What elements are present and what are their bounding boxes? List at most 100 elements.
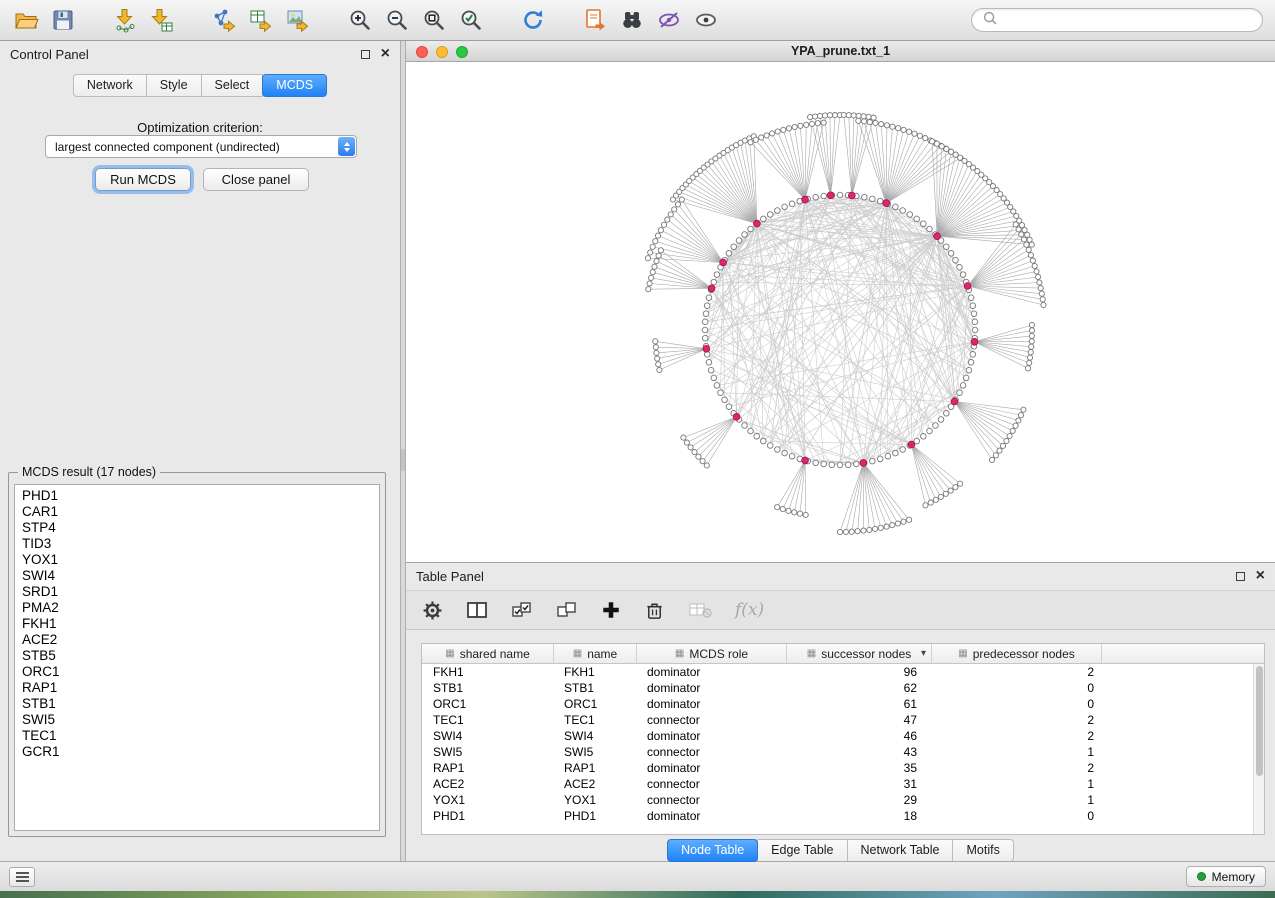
table-cell: STB1 [554,680,637,696]
column-header[interactable]: ▦name [554,644,637,664]
mcds-result-item[interactable]: SRD1 [22,584,379,600]
zoom-in-icon[interactable] [346,6,374,34]
select-all-icon[interactable] [511,600,533,620]
mcds-result-item[interactable]: STB1 [22,696,379,712]
zoom-fit-icon[interactable] [420,6,448,34]
show-details-icon[interactable] [692,6,720,34]
run-mcds-button[interactable]: Run MCDS [95,168,191,191]
mcds-result-item[interactable]: PMA2 [22,600,379,616]
table-row[interactable]: SWI4SWI4dominator462 [422,728,1264,744]
export-image-icon[interactable] [284,6,312,34]
float-panel-icon[interactable] [361,50,370,59]
mcds-result-item[interactable]: PHD1 [22,488,379,504]
tab-mcds[interactable]: MCDS [262,74,327,97]
splitter-collapse-handle[interactable] [401,449,405,471]
mcds-result-item[interactable]: SWI4 [22,568,379,584]
tab-edge-table[interactable]: Edge Table [757,839,847,862]
tab-motifs[interactable]: Motifs [952,839,1013,862]
table-scrollbar[interactable] [1253,664,1264,834]
table-cell: connector [637,712,787,728]
close-panel-icon[interactable]: × [381,48,390,60]
mcds-result-item[interactable]: STB5 [22,648,379,664]
column-header-filler [1102,644,1264,664]
table-cell-filler [1102,664,1264,680]
table-row[interactable]: TEC1TEC1connector472 [422,712,1264,728]
mcds-result-item[interactable]: RAP1 [22,680,379,696]
search-field[interactable] [971,8,1263,32]
refresh-icon[interactable] [519,6,547,34]
import-network-icon[interactable] [111,6,139,34]
mcds-result-item[interactable]: ORC1 [22,664,379,680]
export-network-icon[interactable] [210,6,238,34]
table-cell: 2 [932,712,1102,728]
share-document-icon[interactable] [581,6,609,34]
zoom-selected-icon[interactable] [457,6,485,34]
mcds-result-item[interactable]: GCR1 [22,744,379,760]
open-folder-icon[interactable] [12,6,40,34]
memory-button[interactable]: Memory [1186,866,1266,887]
delete-column-icon[interactable] [644,600,665,621]
optimization-criterion-select[interactable]: largest connected component (undirected) [45,135,357,158]
mcds-result-item[interactable]: CAR1 [22,504,379,520]
import-table-icon[interactable] [148,6,176,34]
zoom-out-icon[interactable] [383,6,411,34]
mcds-result-item[interactable]: ACE2 [22,632,379,648]
tab-node-table[interactable]: Node Table [667,839,758,862]
export-table-icon[interactable] [247,6,275,34]
mcds-result-item[interactable]: YOX1 [22,552,379,568]
mcds-result-item[interactable]: TID3 [22,536,379,552]
table-row[interactable]: ACE2ACE2connector311 [422,776,1264,792]
column-header[interactable]: ▦successor nodes▾ [787,644,932,664]
mcds-result-item[interactable]: TEC1 [22,728,379,744]
window-zoom-icon[interactable] [456,46,468,58]
mcds-result-item[interactable]: FKH1 [22,616,379,632]
function-builder-icon: f(x) [735,600,764,620]
float-table-panel-icon[interactable] [1236,572,1245,581]
column-header[interactable]: ▦shared name [422,644,554,664]
window-close-icon[interactable] [416,46,428,58]
network-canvas[interactable] [406,62,1275,562]
mcds-result-item[interactable]: SWI5 [22,712,379,728]
table-cell: 46 [787,728,932,744]
status-menu-button[interactable] [9,867,35,887]
sort-arrow-icon[interactable]: ▾ [921,648,926,659]
desktop-wallpaper [0,891,1275,898]
search-network-icon[interactable] [618,6,646,34]
table-cell: ORC1 [422,696,554,712]
table-settings-gear-icon[interactable] [422,600,443,621]
table-cell-filler [1102,792,1264,808]
tab-style[interactable]: Style [146,74,202,97]
window-minimize-icon[interactable] [436,46,448,58]
save-icon[interactable] [49,6,77,34]
table-cell: FKH1 [554,664,637,680]
network-graph[interactable] [406,62,1275,562]
table-row[interactable]: STB1STB1dominator620 [422,680,1264,696]
table-cell: 61 [787,696,932,712]
table-row[interactable]: SWI5SWI5connector431 [422,744,1264,760]
network-window-titlebar[interactable]: YPA_prune.txt_1 [406,41,1275,62]
table-row[interactable]: RAP1RAP1dominator352 [422,760,1264,776]
close-table-panel-icon[interactable]: × [1256,570,1265,582]
column-header[interactable]: ▦MCDS role [637,644,787,664]
table-cell-filler [1102,712,1264,728]
search-icon [981,9,999,32]
column-header[interactable]: ▦predecessor nodes [932,644,1102,664]
tab-network[interactable]: Network [73,74,147,97]
table-row[interactable]: FKH1FKH1dominator962 [422,664,1264,680]
deselect-all-icon[interactable] [556,600,578,620]
table-row[interactable]: PHD1PHD1dominator180 [422,808,1264,824]
show-columns-icon[interactable] [466,600,488,620]
tab-select[interactable]: Select [201,74,264,97]
table-row[interactable]: YOX1YOX1connector291 [422,792,1264,808]
search-input[interactable] [999,13,1253,27]
table-row[interactable]: ORC1ORC1dominator610 [422,696,1264,712]
scrollbar-thumb[interactable] [1256,666,1263,776]
hide-details-icon[interactable] [655,6,683,34]
table-cell: FKH1 [422,664,554,680]
add-column-icon[interactable] [601,600,621,620]
tab-network-table[interactable]: Network Table [847,839,954,862]
mcds-result-item[interactable]: STP4 [22,520,379,536]
table-panel-title: Table Panel [416,569,484,584]
close-panel-button[interactable]: Close panel [203,168,309,191]
mcds-result-box: MCDS result (17 nodes) PHD1CAR1STP4TID3Y… [8,465,386,837]
